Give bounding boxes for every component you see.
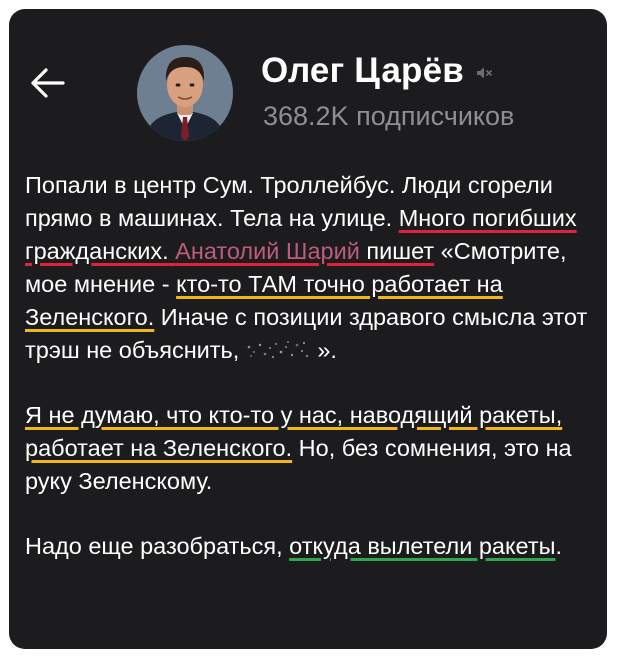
- blurred-emoji-icon: [248, 341, 309, 359]
- post-paragraph-3: Надо еще разобраться, откуда вылетели ра…: [25, 530, 591, 563]
- arrow-left-icon: [31, 68, 65, 98]
- channel-title[interactable]: Олег Царёв: [261, 51, 464, 91]
- post-text-span: Надо еще разобраться,: [25, 533, 290, 559]
- green-underlined-text: откуда вылетели ракеты: [289, 533, 556, 559]
- subscriber-count: 368.2K подписчиков: [263, 101, 515, 131]
- avatar-portrait: [137, 45, 233, 141]
- post-text-span: ».: [317, 337, 337, 363]
- post-text: Попали в центр Сум. Троллейбус. Люди сго…: [25, 169, 591, 563]
- post-paragraph-1: Попали в центр Сум. Троллейбус. Люди сго…: [25, 169, 591, 367]
- back-button[interactable]: [25, 61, 69, 105]
- avatar[interactable]: [137, 45, 233, 141]
- channel-post-card: Олег Царёв 368.2K подписчиков Попали в ц…: [9, 9, 607, 649]
- post-paragraph-2: Я не думаю, что кто-то у нас, наводящий …: [25, 399, 591, 498]
- author-mention-link[interactable]: Анатолий Шарий: [175, 238, 360, 264]
- post-text-span: .: [555, 533, 563, 559]
- speaker-muted-icon: [477, 67, 493, 79]
- post-text-span: пишет: [359, 238, 435, 264]
